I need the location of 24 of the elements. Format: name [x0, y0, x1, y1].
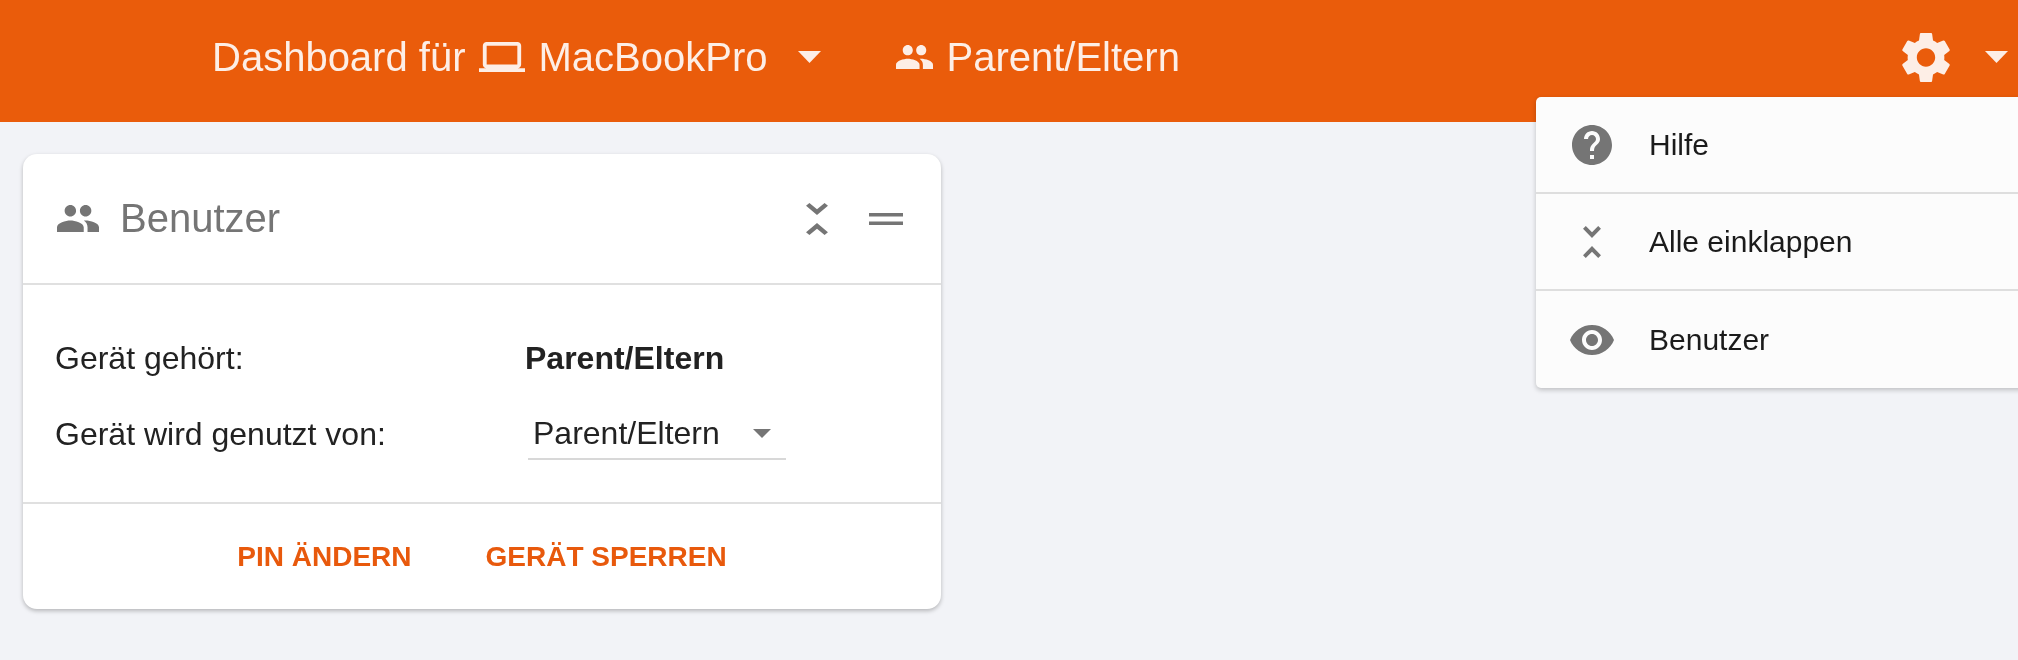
card-action-button[interactable]: GERÄT SPERREN	[469, 528, 743, 585]
field-label: Gerät wird genutzt von:	[55, 415, 387, 453]
user-select[interactable]: Parent/Eltern	[528, 408, 786, 460]
card-title: Benutzer	[120, 196, 281, 241]
dashboard-title: Dashboard für	[212, 34, 466, 80]
people-icon	[57, 205, 99, 232]
current-user: Parent/Eltern	[946, 34, 1180, 80]
caret-icon	[798, 51, 822, 63]
card-action-button[interactable]: PIN ÄNDERN	[221, 528, 428, 585]
people-icon	[896, 45, 934, 69]
collapse-icon[interactable]	[806, 202, 828, 235]
menu-item[interactable]: Benutzer	[1536, 291, 2018, 388]
menu-item[interactable]: Hilfe	[1536, 97, 2018, 194]
settings-icon	[1902, 31, 1950, 83]
help-icon	[1572, 124, 1612, 165]
laptop-icon	[479, 42, 526, 72]
menu-item[interactable]: Alle einklappen	[1536, 194, 2018, 291]
caret-icon	[1985, 51, 2008, 63]
field-value: Parent/Eltern	[525, 339, 725, 377]
field-label: Gerät gehört:	[55, 339, 245, 377]
caret-icon	[753, 428, 771, 438]
collapse-icon	[1583, 225, 1601, 258]
settings-button[interactable]	[1902, 31, 2008, 83]
drag-handle-icon[interactable]	[869, 212, 903, 225]
